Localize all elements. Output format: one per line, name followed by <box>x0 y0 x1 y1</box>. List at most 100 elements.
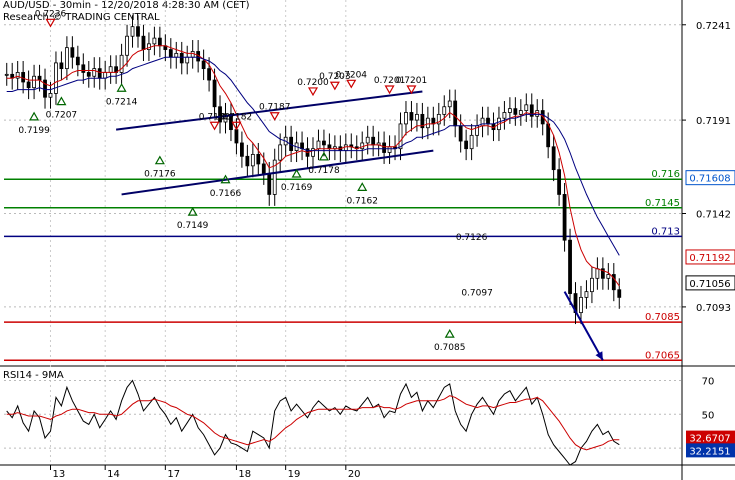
time-tick-label: 18 <box>238 469 251 480</box>
candle-body <box>64 47 69 70</box>
candle-body <box>75 56 80 66</box>
candle-body <box>278 144 283 161</box>
candle-body <box>316 140 321 150</box>
candle-body <box>212 79 217 108</box>
candle-body <box>595 268 600 279</box>
candle-body <box>103 72 108 79</box>
pivot-low-marker <box>357 182 368 191</box>
price-tag-label: 0.71056 <box>689 279 730 290</box>
time-tick-label: 14 <box>107 469 120 480</box>
pivot-low-marker <box>187 206 198 216</box>
pivot-low-label: 0.7199 <box>18 126 50 136</box>
pivot-low-label: 0.7207 <box>46 111 78 121</box>
candle-body <box>245 155 250 167</box>
pivot-low-label: 0.7085 <box>434 343 466 353</box>
candle-body <box>551 146 556 171</box>
candle-body <box>590 277 594 293</box>
candle-body <box>365 136 370 144</box>
candle-body <box>322 140 326 146</box>
rsi-tag-label: 32.2151 <box>689 446 730 457</box>
level-label: 0.7085 <box>645 312 680 323</box>
candle-body <box>415 113 419 121</box>
candle-body <box>261 163 266 174</box>
time-tick-label: 19 <box>288 469 301 480</box>
candle-body <box>32 75 36 89</box>
candle-body <box>546 123 551 148</box>
candle-body <box>147 43 151 50</box>
candle-body <box>26 81 31 89</box>
candle-body <box>92 68 97 77</box>
candle-body <box>97 68 102 79</box>
pivot-high-label: 0.7236 <box>35 9 67 19</box>
level-annotation-label: 0.7126 <box>456 233 488 243</box>
candle-body <box>458 125 463 142</box>
candle-body <box>267 173 272 195</box>
candle-body <box>562 194 567 241</box>
pivot-low-label: 0.7166 <box>210 189 242 199</box>
pivot-low-marker <box>56 96 67 106</box>
pivot-low-label: 0.7214 <box>106 97 138 107</box>
rsi-series-line <box>6 395 620 451</box>
pivot-low-marker <box>29 111 40 121</box>
price-tick-label: 0.7093 <box>696 303 731 314</box>
candle-body <box>4 73 9 76</box>
rsi-title: RSI14 - 9MA <box>3 370 64 381</box>
candle-body <box>207 68 211 81</box>
candle-body <box>442 106 447 115</box>
level-label: 0.713 <box>651 226 680 237</box>
time-tick-label: 20 <box>348 469 361 480</box>
candle-body <box>130 26 135 37</box>
candle-body <box>250 154 255 167</box>
candle-body <box>201 60 206 70</box>
candle-body <box>185 56 190 64</box>
candle-body <box>174 52 179 58</box>
candle-body <box>409 112 414 121</box>
chart-canvas[interactable]: 0.7241 0.7191 0.7142 0.7093 13 14 17 18 19 20 0.71… <box>0 0 735 480</box>
candle-body <box>453 100 458 127</box>
time-tick-label: 17 <box>167 469 180 480</box>
candle-body <box>584 291 589 298</box>
candle-body <box>157 37 162 47</box>
candle-body <box>59 62 64 70</box>
candle-body <box>327 144 332 150</box>
candle-body <box>606 274 611 279</box>
candle-body <box>404 112 408 125</box>
candle-body <box>136 26 140 37</box>
level-label: 0.716 <box>651 169 680 180</box>
candle-body <box>190 51 195 58</box>
candle-body <box>168 49 173 58</box>
pivot-high-label: 0.7187 <box>259 103 291 113</box>
candle-body <box>179 52 184 64</box>
pivot-low-label: 0.7162 <box>346 196 378 206</box>
candle-body <box>507 108 512 113</box>
pivot-low-marker <box>116 83 127 92</box>
candle-body <box>343 144 348 151</box>
candle-body <box>86 72 91 77</box>
candle-body <box>447 100 452 108</box>
candle-body <box>48 93 53 98</box>
pivot-high-marker <box>307 87 319 97</box>
candle-body <box>141 35 146 50</box>
candle-body <box>568 239 572 294</box>
candle-body <box>398 123 403 150</box>
candle-body <box>108 66 113 73</box>
price-tag: 0.71608 <box>685 170 735 186</box>
price-tag-label: 0.71608 <box>689 174 730 185</box>
candle-body <box>464 140 469 150</box>
time-tick-label: 13 <box>52 469 65 480</box>
rsi-series-line <box>6 379 620 466</box>
pivot-high-label: 0.7204 <box>336 70 368 80</box>
price-tag-label: 0.71192 <box>689 253 730 264</box>
rsi-tick-label: 70 <box>702 377 715 388</box>
pivot-high-marker <box>329 81 340 91</box>
rsi-tag-label: 32.6707 <box>689 434 730 445</box>
candle-body <box>579 296 583 314</box>
candle-body <box>557 169 562 195</box>
candle-body <box>524 104 529 111</box>
candle-body <box>70 47 75 58</box>
price-tick-label: 0.7142 <box>696 210 731 221</box>
candle-body <box>513 108 518 115</box>
pivot-low-marker <box>154 155 165 165</box>
candle-body <box>37 75 42 81</box>
candle-body <box>125 35 129 56</box>
